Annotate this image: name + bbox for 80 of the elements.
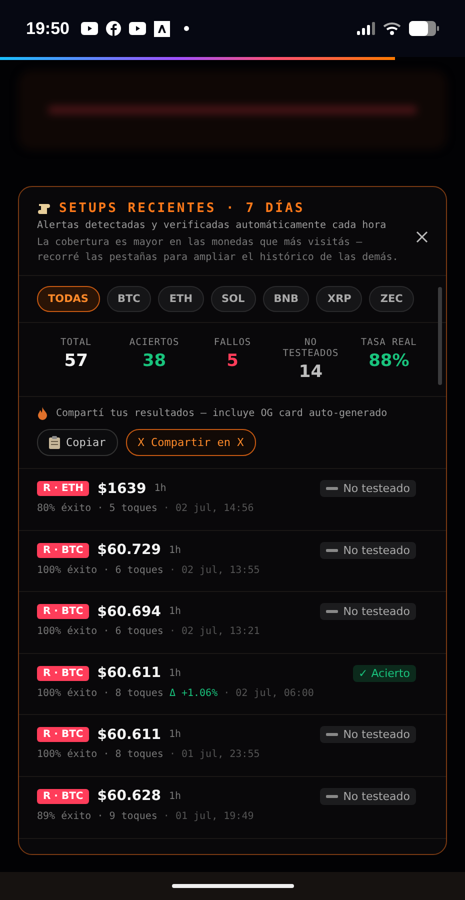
- status-badge: No testeado: [320, 542, 416, 559]
- price-label: $60.611: [97, 726, 162, 743]
- status-badge: ✓ Acierto: [352, 664, 416, 682]
- coin-tag: R · BTC: [37, 542, 90, 558]
- stat-label: TOTAL: [60, 337, 93, 348]
- social-app-icon: [106, 21, 122, 36]
- coin-tag: R · BTC: [37, 666, 90, 681]
- dash-icon: [326, 794, 338, 798]
- share-text: Compartí tus resultados — incluye OG card auto-generado: [56, 408, 388, 419]
- date-label: · 02 jul, 06:00: [224, 688, 314, 699]
- coin-tab[interactable]: BTC: [106, 286, 152, 312]
- timeframe-label: 1h: [169, 606, 182, 618]
- coin-tag: R · ETH: [37, 481, 90, 496]
- date-label: · 01 jul, 19:49: [163, 810, 254, 822]
- setup-stats: 89% éxito · 9 toques: [37, 810, 158, 822]
- stat-label: ACIERTOS: [128, 337, 180, 348]
- coin-tag: R · BTC: [37, 727, 90, 742]
- clock: 19:50: [26, 18, 70, 38]
- coin-tab[interactable]: ETH: [158, 286, 204, 312]
- coin-tag: R · BTC: [37, 788, 90, 804]
- date-label: · 02 jul, 14:56: [163, 503, 254, 514]
- date-label: · 02 jul, 13:55: [169, 564, 260, 576]
- stat-value: 88%: [368, 351, 410, 371]
- app-icon: [154, 20, 170, 36]
- setup-stats: 100% éxito · 8 toques: [37, 688, 164, 699]
- fire-icon: [37, 407, 48, 420]
- status-badge: No testeado: [320, 480, 416, 497]
- panel-title: SETUPS RECIENTES · 7 DÍAS: [59, 201, 305, 216]
- price-label: $60.729: [97, 542, 162, 558]
- price-label: $60.628: [97, 788, 162, 804]
- share-x-button[interactable]: X Compartir en X: [126, 429, 256, 456]
- stat-value: 57: [64, 351, 88, 371]
- coin-tab[interactable]: ZEC: [369, 286, 414, 312]
- coin-tab[interactable]: SOL: [210, 286, 256, 312]
- status-badge: No testeado: [320, 603, 416, 620]
- date-label: · 02 jul, 13:21: [169, 626, 260, 638]
- delta-label: Δ +1.06%: [169, 688, 218, 699]
- stat-value: 5: [226, 351, 238, 371]
- dash-icon: [326, 610, 338, 614]
- timeframe-label: 1h: [169, 790, 182, 802]
- home-indicator[interactable]: [172, 884, 294, 888]
- price-label: $60.611: [97, 665, 162, 682]
- coin-tab[interactable]: BNB: [262, 286, 310, 312]
- clipboard-icon: [49, 436, 60, 449]
- copy-button[interactable]: Copiar: [37, 429, 118, 456]
- coin-tab[interactable]: XRP: [316, 286, 362, 312]
- timeframe-label: 1h: [169, 544, 182, 556]
- dash-icon: [326, 733, 338, 736]
- coverage-note: La cobertura es mayor en las monedas que más visitás — recorré las pestañas para ampliar el histórico de las demás.: [37, 236, 400, 265]
- date-label: · 01 jul, 23:55: [169, 749, 260, 760]
- coin-tab[interactable]: TODAS: [37, 286, 100, 312]
- scroll-icon: [37, 202, 51, 216]
- price-label: $60.694: [97, 604, 162, 620]
- video-app-icon: [129, 22, 146, 35]
- setup-stats: 100% éxito · 6 toques: [37, 564, 164, 576]
- stat-label: FALLOS: [212, 337, 252, 348]
- timeframe-label: 1h: [169, 729, 182, 740]
- status-badge: No testeado: [320, 788, 416, 805]
- setup-stats: 100% éxito · 8 toques: [37, 749, 164, 760]
- panel-subtitle: Alertas detectadas y verificadas automáticamente cada hora: [37, 220, 388, 231]
- coin-tag: R · BTC: [37, 604, 90, 620]
- wifi-icon: [383, 22, 401, 35]
- close-button[interactable]: [416, 230, 428, 246]
- stat-label: TASA REAL: [360, 337, 418, 348]
- dash-icon: [326, 487, 338, 490]
- setup-stats: 80% éxito · 5 toques: [37, 503, 158, 514]
- timeframe-label: 1h: [154, 483, 166, 494]
- video-app-icon: [81, 22, 98, 35]
- price-label: $1639: [97, 480, 146, 496]
- status-badge: No testeado: [320, 726, 416, 744]
- scrollbar[interactable]: [438, 287, 442, 385]
- stat-value: 38: [142, 351, 166, 371]
- timeframe-label: 1h: [169, 668, 182, 679]
- stat-label: NO TESTEADOS: [282, 337, 340, 359]
- dot-icon: [184, 26, 190, 31]
- dash-icon: [326, 548, 338, 552]
- stat-value: 14: [298, 362, 323, 382]
- battery-icon: [409, 21, 439, 36]
- setup-stats: 100% éxito · 6 toques: [37, 626, 164, 638]
- signal-icon: [357, 22, 375, 35]
